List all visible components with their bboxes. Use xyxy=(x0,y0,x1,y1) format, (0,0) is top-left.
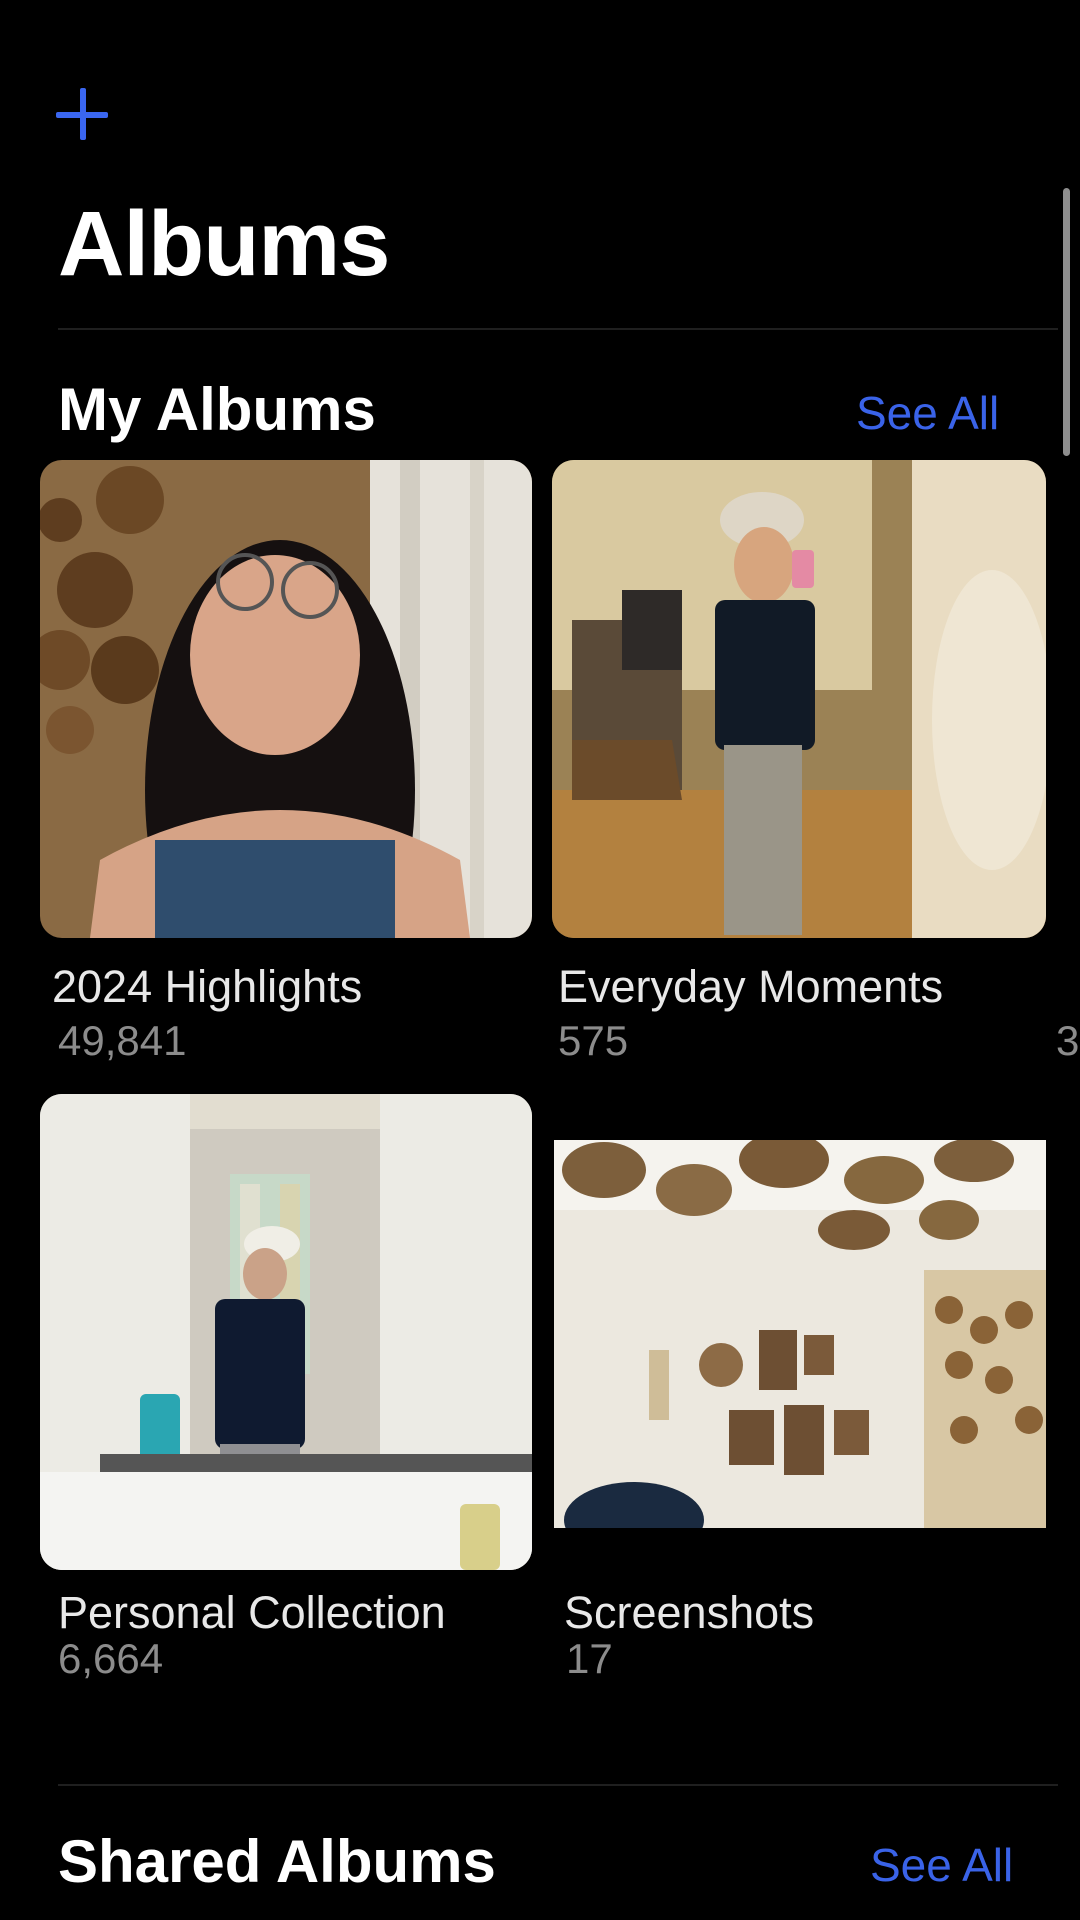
scrollbar[interactable] xyxy=(1063,188,1070,456)
album-count-peek: 3 xyxy=(1056,1017,1080,1064)
album-name: Screenshots xyxy=(564,1587,815,1638)
shared-albums-see-all-button[interactable]: See All xyxy=(870,1842,1013,1888)
album-name: Personal Collection xyxy=(58,1587,446,1638)
album-count: 17 xyxy=(566,1635,613,1682)
divider xyxy=(58,1784,1058,1786)
album-count: 6,664 xyxy=(58,1635,164,1682)
album-thumbnail-personal-collection[interactable] xyxy=(40,1094,532,1570)
album-name: Everyday Moments xyxy=(558,961,944,1012)
album-thumbnail-screenshots[interactable] xyxy=(554,1140,1046,1528)
cafe-wall-photo xyxy=(554,1140,1046,1528)
divider xyxy=(58,328,1058,330)
album-count: 49,841 xyxy=(58,1017,187,1064)
portrait-photo xyxy=(40,460,532,938)
shared-albums-title: Shared Albums xyxy=(58,1828,496,1895)
page-title: Albums xyxy=(58,193,390,295)
album-thumbnail-everyday-moments[interactable] xyxy=(552,460,1046,938)
cafe-mirror-photo xyxy=(552,460,1046,938)
my-albums-see-all-button[interactable]: See All xyxy=(856,390,999,436)
album-thumbnail-2024-highlights[interactable] xyxy=(40,460,532,938)
my-albums-title: My Albums xyxy=(58,376,376,443)
album-name: 2024 Highlights xyxy=(52,961,363,1012)
album-count: 575 xyxy=(558,1017,629,1064)
bathroom-mirror-photo xyxy=(40,1094,532,1570)
add-album-icon[interactable] xyxy=(50,82,116,148)
